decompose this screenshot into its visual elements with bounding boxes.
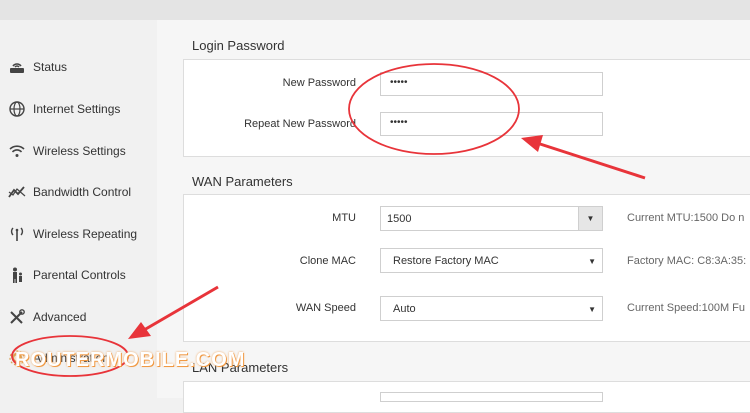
family-icon: [8, 266, 26, 284]
new-password-field[interactable]: •••••: [380, 72, 603, 96]
sidebar-item-label: Wireless Repeating: [33, 227, 138, 241]
mtu-label: MTU: [332, 212, 356, 224]
sidebar-item-label: Internet Settings: [33, 102, 121, 116]
mtu-value: 1500: [387, 212, 412, 225]
clone-mac-hint: Factory MAC: C8:3A:35:: [627, 255, 747, 267]
sidebar-item-advanced[interactable]: Advanced: [0, 299, 157, 335]
mtu-combobox[interactable]: 1500 ▼: [380, 206, 603, 231]
sidebar-item-wireless-settings[interactable]: Wireless Settings: [0, 133, 157, 169]
signal-icon: [8, 225, 26, 243]
repeat-password-value: •••••: [390, 117, 408, 128]
watermark-logo: ROUTERMOBILE.COM: [15, 349, 246, 371]
repeat-password-field[interactable]: •••••: [380, 112, 603, 136]
chart-line-icon: [8, 183, 26, 201]
sidebar-item-wireless-repeating[interactable]: Wireless Repeating: [0, 216, 157, 252]
sidebar-item-label: Wireless Settings: [33, 144, 126, 158]
router-icon: [8, 58, 26, 76]
sidebar-item-parental-controls[interactable]: Parental Controls: [0, 257, 157, 293]
globe-icon: [8, 100, 26, 118]
repeat-password-label: Repeat New Password: [244, 118, 356, 130]
tools-icon: [8, 308, 26, 326]
wifi-icon: [8, 142, 26, 160]
sidebar-item-bandwidth-control[interactable]: Bandwidth Control: [0, 174, 157, 210]
sidebar-item-label: Status: [33, 60, 68, 74]
sidebar-item-label: Parental Controls: [33, 268, 126, 282]
wan-speed-select[interactable]: Auto ▼: [380, 296, 603, 321]
chevron-down-icon: ▼: [588, 305, 596, 314]
sidebar-item-status[interactable]: Status: [0, 49, 157, 85]
top-bar: [0, 0, 750, 20]
new-password-label: New Password: [282, 77, 356, 89]
clone-mac-label: Clone MAC: [299, 255, 356, 267]
sidebar-item-label: Bandwidth Control: [33, 185, 132, 199]
sidebar-item-label: Advanced: [33, 310, 87, 324]
section-title-login-password: Login Password: [192, 38, 285, 53]
section-title-wan-parameters: WAN Parameters: [192, 174, 293, 189]
new-password-value: •••••: [390, 77, 408, 88]
wan-speed-hint: Current Speed:100M Fu: [627, 302, 746, 314]
mtu-hint: Current MTU:1500 Do n: [627, 212, 745, 224]
chevron-down-icon: ▼: [588, 257, 596, 266]
clone-mac-value: Restore Factory MAC: [393, 254, 499, 267]
clone-mac-select[interactable]: Restore Factory MAC ▼: [380, 248, 603, 273]
wan-speed-label: WAN Speed: [295, 302, 356, 314]
wan-speed-value: Auto: [393, 302, 416, 315]
mtu-dropdown-button[interactable]: ▼: [578, 207, 602, 230]
lan-field[interactable]: [380, 392, 603, 402]
sidebar-item-internet-settings[interactable]: Internet Settings: [0, 91, 157, 127]
